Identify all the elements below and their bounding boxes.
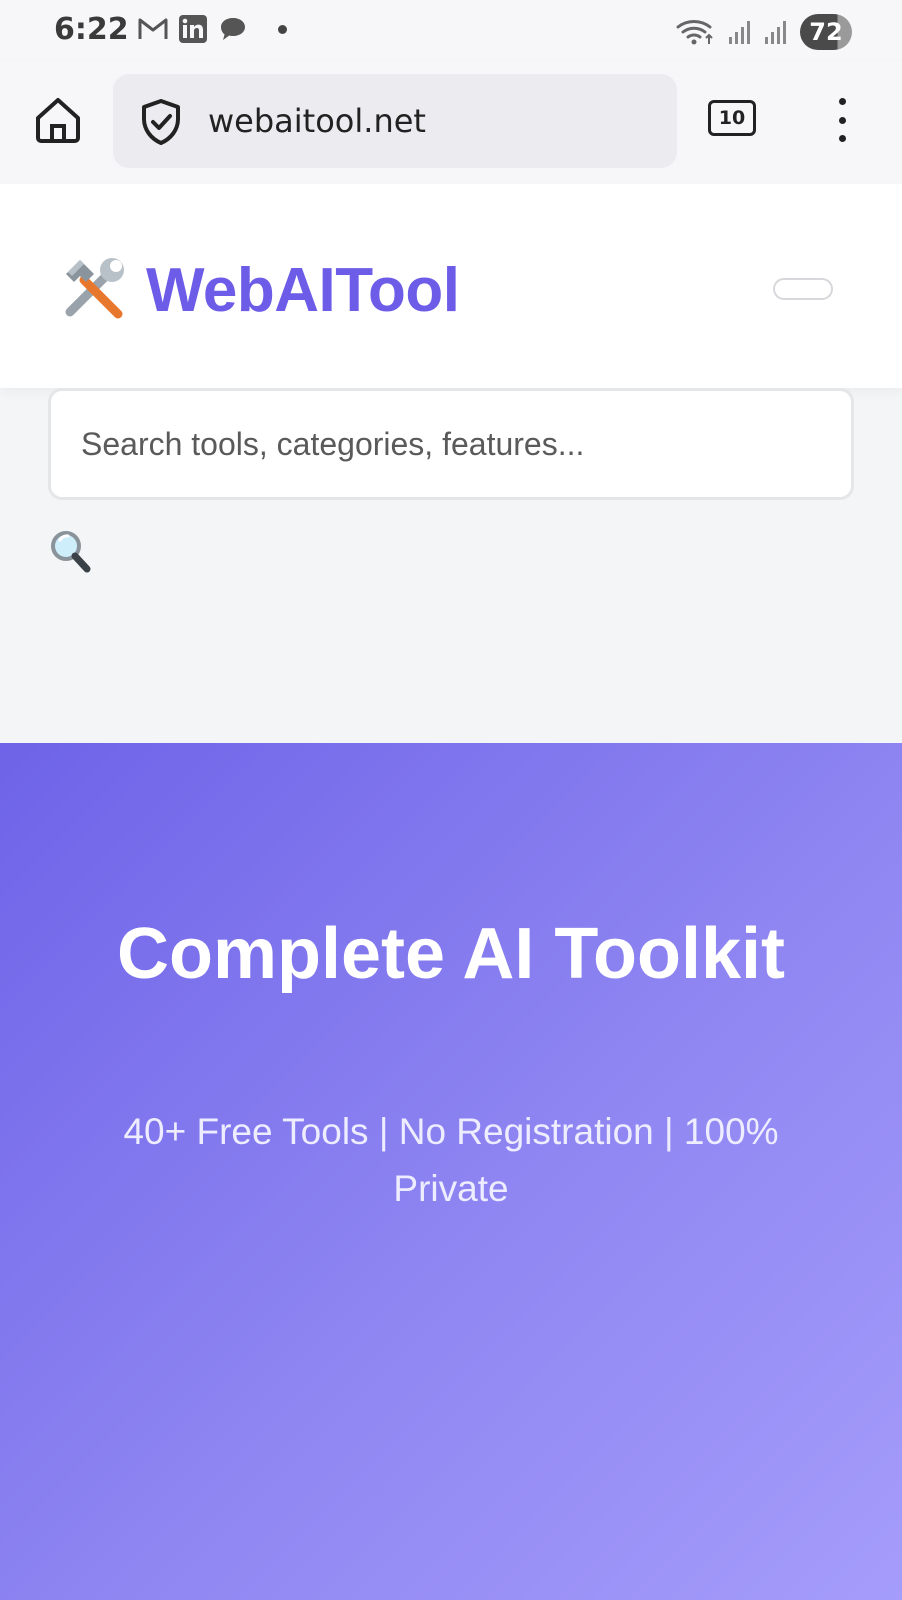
- status-bar: 6:22 72: [0, 0, 902, 62]
- home-icon[interactable]: [32, 94, 84, 146]
- shield-check-icon[interactable]: [139, 98, 183, 151]
- hero-subtitle: 40+ Free Tools | No Registration | 100% …: [123, 1111, 779, 1209]
- hero-title: Complete AI Toolkit: [116, 914, 785, 994]
- signal-icon: [728, 19, 752, 45]
- search-input[interactable]: [48, 388, 854, 500]
- gmail-icon: [138, 17, 168, 41]
- signal-icon: [764, 19, 788, 45]
- notification-icons: [138, 14, 287, 44]
- browser-toolbar: webaitool.net 10: [0, 62, 902, 184]
- magnifier-icon[interactable]: [48, 528, 92, 579]
- status-time: 6:22: [54, 12, 129, 47]
- linkedin-icon: [178, 14, 208, 44]
- more-notifications-dot: [278, 24, 287, 34]
- tab-switcher-button[interactable]: 10: [708, 100, 756, 136]
- more-menu-icon[interactable]: [832, 98, 852, 142]
- chat-icon: [218, 15, 248, 43]
- hero-section: Complete AI Toolkit 40+ Free Tools | No …: [0, 743, 902, 1600]
- tools-icon: [56, 250, 132, 331]
- brand-name[interactable]: WebAITool: [146, 255, 460, 326]
- system-icons: 72: [676, 14, 852, 50]
- site-header: WebAITool: [0, 184, 902, 388]
- battery-indicator: 72: [800, 14, 852, 50]
- wifi-icon: [676, 18, 716, 46]
- brand-logo[interactable]: WebAITool: [56, 250, 460, 331]
- url-text[interactable]: webaitool.net: [208, 102, 426, 140]
- address-bar[interactable]: webaitool.net: [113, 74, 677, 168]
- menu-toggle-button[interactable]: [773, 278, 833, 300]
